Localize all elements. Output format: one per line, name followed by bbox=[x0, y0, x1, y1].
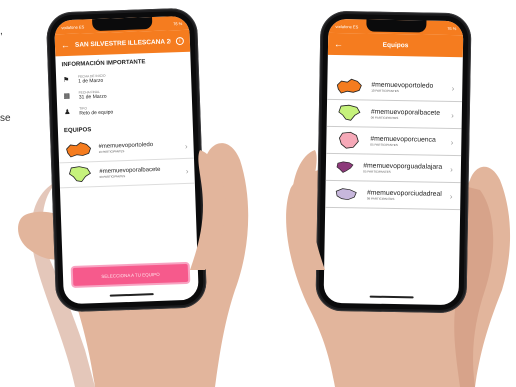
chevron-right-icon: › bbox=[449, 191, 453, 201]
phone-device: vodafone ES 11:44 76 % ← Equipos #memuev… bbox=[315, 10, 472, 314]
info-value: Reto de equipo bbox=[79, 109, 114, 117]
app-header: ← Equipos bbox=[327, 32, 464, 58]
province-map-icon bbox=[338, 104, 361, 121]
chevron-right-icon: › bbox=[451, 110, 454, 120]
home-indicator bbox=[109, 293, 154, 297]
thumb-right bbox=[291, 150, 325, 270]
calendar-icon: ▦ bbox=[63, 92, 71, 101]
province-map-icon bbox=[68, 166, 91, 183]
product-mockup-scene: , se vodafone ES 11:44 76 % ← SAN SILVES… bbox=[0, 0, 516, 387]
arrow-back-icon[interactable]: ← bbox=[334, 38, 343, 48]
team-row-albacete[interactable]: #memuevoporalbacete 09 PARTICIPANTES › bbox=[59, 158, 195, 189]
edge-text-fragment: se bbox=[0, 113, 11, 124]
page-title: Equipos bbox=[382, 41, 409, 49]
info-value: 31 de Marzo bbox=[78, 93, 107, 101]
phone-screen: vodafone ES 11:44 76 % ← SAN SILVESTRE I… bbox=[54, 15, 199, 305]
phone-device: vodafone ES 11:44 76 % ← SAN SILVESTRE I… bbox=[45, 7, 208, 313]
arrow-back-icon[interactable]: ← bbox=[61, 39, 70, 49]
team-row-toledo[interactable]: #memuevoportoledo 10 PARTICIPANTES › bbox=[327, 72, 463, 103]
battery-label: 76 % bbox=[447, 25, 457, 31]
province-map-icon bbox=[335, 188, 357, 201]
province-map-icon bbox=[336, 78, 362, 94]
select-team-button[interactable]: SELECCIONA A TU EQUIPO bbox=[72, 263, 189, 286]
phone-screen: vodafone ES 11:44 76 % ← Equipos #memuev… bbox=[323, 18, 464, 306]
info-value: 1 de Marzo bbox=[78, 77, 104, 85]
flag-icon: ⚑ bbox=[62, 76, 70, 85]
chevron-right-icon: › bbox=[451, 83, 455, 93]
province-map-icon bbox=[66, 142, 92, 158]
carrier-label: vodafone ES bbox=[335, 23, 359, 29]
event-title: SAN SILVESTRE ILLESCANA 20... bbox=[74, 37, 172, 49]
team-row-ciudadreal[interactable]: #memuevoporciudadreal 09 PARTICIPANTES › bbox=[325, 180, 461, 211]
phone-notch bbox=[91, 17, 152, 32]
phone-notch bbox=[365, 19, 426, 33]
edge-text-fragment: , bbox=[0, 26, 3, 37]
battery-label: 76 % bbox=[173, 20, 183, 26]
chevron-right-icon: › bbox=[450, 164, 453, 174]
info-icon[interactable]: i bbox=[175, 36, 185, 46]
carrier-label: vodafone ES bbox=[61, 23, 85, 30]
team-row-albacete[interactable]: #memuevoporalbacete 09 PARTICIPANTES › bbox=[326, 99, 463, 130]
home-indicator bbox=[369, 295, 414, 299]
person-icon: ♟ bbox=[64, 108, 71, 117]
chevron-right-icon: › bbox=[450, 137, 454, 147]
team-row-guadalajara[interactable]: #memuevoporguadalajara 05 PARTICIPANTES … bbox=[325, 153, 462, 184]
team-row-cuenca[interactable]: #memuevoporcuenca 05 PARTICIPANTES › bbox=[326, 126, 462, 157]
teams-list: #memuevoportoledo 10 PARTICIPANTES › #me… bbox=[325, 55, 463, 211]
thumb-left bbox=[190, 150, 226, 270]
province-map-icon bbox=[336, 161, 354, 173]
province-map-icon bbox=[338, 131, 359, 149]
